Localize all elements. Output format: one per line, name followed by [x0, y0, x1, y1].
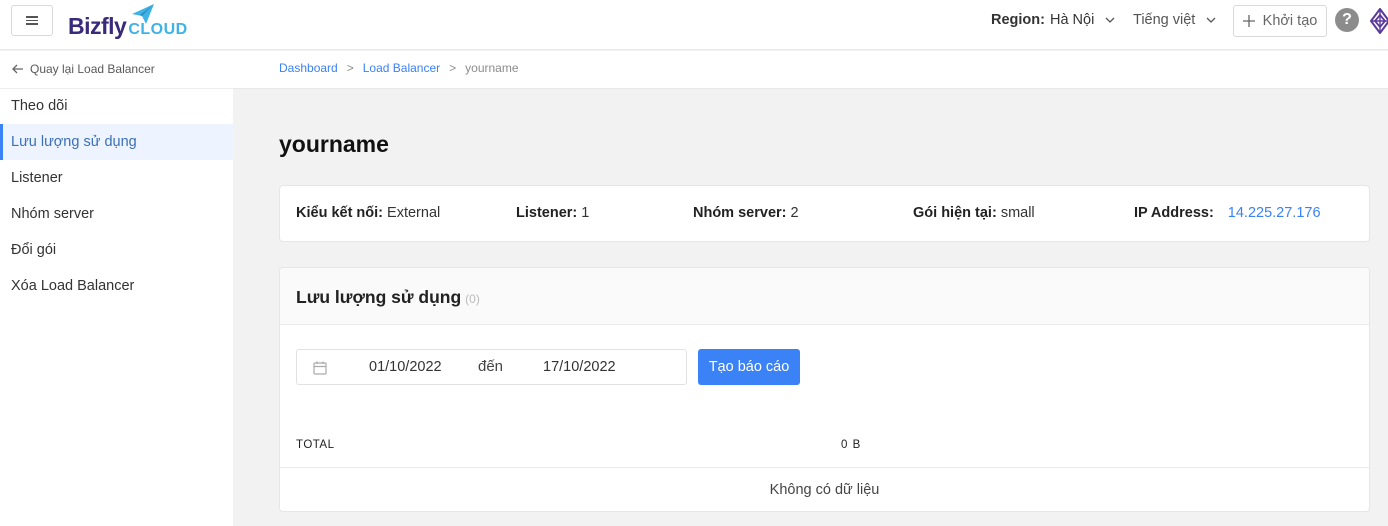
usage-card-header: Lưu lượng sử dụng (0)	[280, 268, 1369, 325]
breadcrumb-separator: >	[449, 61, 457, 75]
region-selector[interactable]: Region: Hà Nội	[991, 12, 1115, 28]
language-value: Tiếng việt	[1133, 12, 1196, 28]
ip-address-link[interactable]: 14.225.27.176	[1228, 205, 1321, 221]
table-divider	[280, 467, 1369, 468]
apps-grid-icon[interactable]	[1370, 8, 1388, 34]
load-balancer-info-card: Kiểu kết nối: External Listener: 1 Nhóm …	[279, 185, 1370, 242]
top-header: Bizfly CLOUD Region: Hà Nội Tiếng việt Kh…	[0, 0, 1388, 50]
help-icon[interactable]: ?	[1335, 8, 1359, 32]
logo-text: Bizfly CLOUD	[68, 13, 188, 39]
server-group-info: Nhóm server: 2	[693, 205, 799, 221]
breadcrumb-bar: Dashboard > Load Balancer > yourname	[233, 51, 1388, 89]
create-label: Khởi tạo	[1262, 13, 1318, 29]
create-report-button[interactable]: Tạo báo cáo	[698, 349, 800, 385]
current-plan-info: Gói hiện tại: small	[913, 205, 1035, 221]
ip-address-info: IP Address: 14.225.27.176	[1134, 205, 1321, 221]
create-button[interactable]: Khởi tạo	[1233, 5, 1327, 37]
chevron-down-icon	[1206, 17, 1216, 23]
empty-state-text: Không có dữ liệu	[769, 482, 880, 498]
start-date-input[interactable]: 01/10/2022	[369, 359, 442, 375]
end-date-input[interactable]: 17/10/2022	[543, 359, 616, 375]
listener-info: Listener: 1	[516, 205, 590, 221]
calendar-icon	[313, 361, 327, 375]
paper-plane-icon	[132, 4, 154, 24]
sidebar-item-listener[interactable]: Listener	[0, 160, 233, 196]
region-value: Hà Nội	[1049, 12, 1095, 28]
breadcrumb-current: yourname	[465, 61, 519, 75]
sidebar-item-usage[interactable]: Lưu lượng sử dụng	[0, 124, 233, 160]
total-label: TOTAL	[296, 439, 335, 451]
back-to-load-balancer-link[interactable]: Quay lại Load Balancer	[12, 62, 155, 76]
usage-count: (0)	[465, 292, 480, 306]
back-label: Quay lại Load Balancer	[30, 62, 155, 76]
breadcrumb-separator: >	[346, 61, 354, 75]
breadcrumb-load-balancer[interactable]: Load Balancer	[363, 61, 440, 75]
usage-title: Lưu lượng sử dụng (0)	[296, 287, 480, 307]
bizfly-logo[interactable]: Bizfly CLOUD	[68, 3, 208, 43]
page-title: yourname	[279, 131, 389, 157]
connection-type-info: Kiểu kết nối: External	[296, 205, 441, 221]
date-range-picker[interactable]: 01/10/2022 đến 17/10/2022	[296, 349, 687, 385]
menu-button[interactable]	[11, 5, 53, 36]
sidebar-item-server-group[interactable]: Nhóm server	[0, 196, 233, 232]
plus-icon	[1242, 15, 1255, 27]
chevron-down-icon	[1105, 17, 1115, 23]
hamburger-icon	[26, 16, 38, 25]
date-range-separator: đến	[478, 358, 504, 375]
region-label: Region:	[991, 12, 1045, 28]
breadcrumb: Dashboard > Load Balancer > yourname	[279, 61, 519, 75]
sidebar: Quay lại Load Balancer Theo dõi Lưu lượn…	[0, 51, 233, 526]
usage-card: Lưu lượng sử dụng (0) 01/10/2022 đến 17/1…	[279, 267, 1370, 512]
total-value: 0 B	[841, 439, 862, 451]
sidebar-item-delete-load-balancer[interactable]: Xóa Load Balancer	[0, 268, 233, 304]
arrow-left-icon	[12, 64, 23, 74]
language-selector[interactable]: Tiếng việt	[1133, 12, 1216, 28]
breadcrumb-dashboard[interactable]: Dashboard	[279, 61, 338, 75]
sidebar-item-change-plan[interactable]: Đổi gói	[0, 232, 233, 268]
sidebar-item-monitoring[interactable]: Theo dõi	[0, 88, 233, 124]
